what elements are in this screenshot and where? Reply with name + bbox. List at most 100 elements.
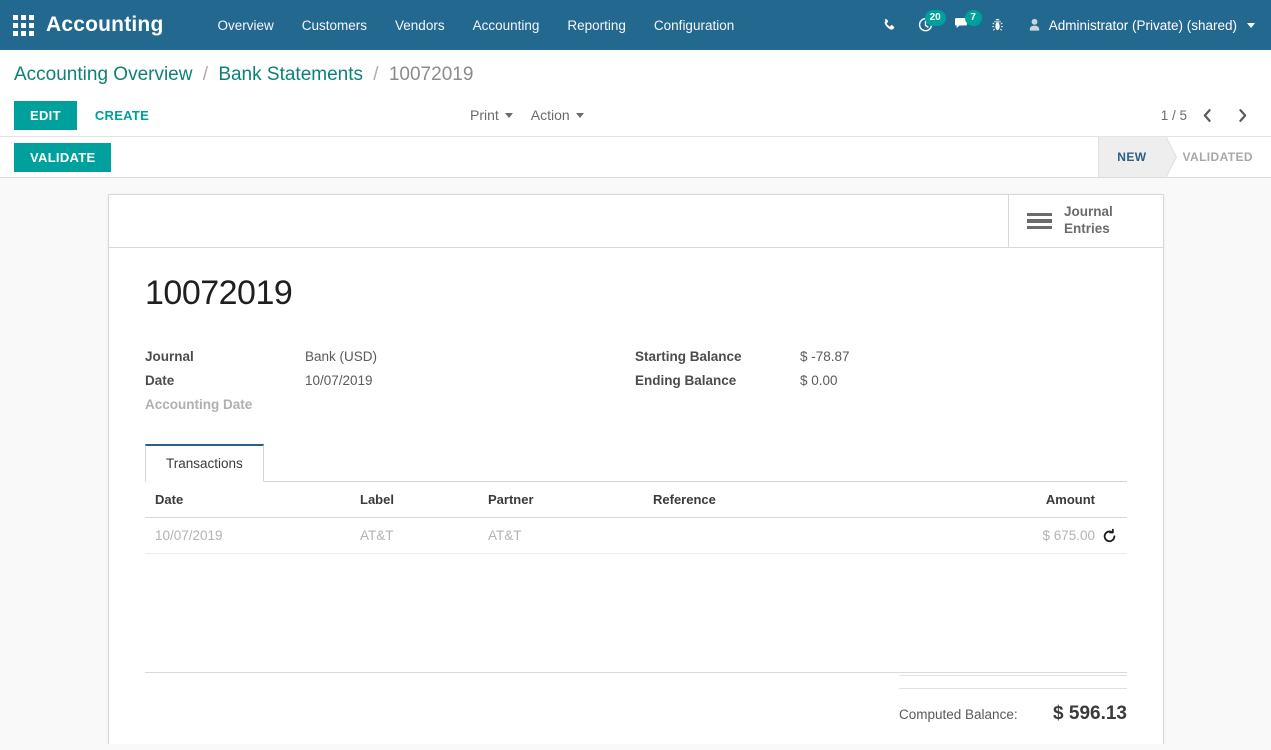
print-dropdown[interactable]: Print (470, 107, 513, 123)
button-box: Journal Entries (109, 195, 1163, 248)
ending-balance-label: Ending Balance (635, 373, 737, 388)
undo-icon[interactable] (1102, 528, 1117, 543)
menu-item-accounting[interactable]: Accounting (459, 10, 554, 41)
cell-amount: $ 675.00 (877, 517, 1127, 554)
breadcrumb-item-current: 10072019 (388, 64, 474, 85)
cell-partner: AT&T (478, 517, 643, 554)
journal-entries-line2: Entries (1064, 221, 1110, 236)
cell-label: AT&T (350, 517, 478, 554)
create-button[interactable]: CREATE (81, 101, 163, 130)
chevron-down-icon (575, 112, 584, 118)
menu-item-reporting[interactable]: Reporting (553, 10, 640, 41)
apps-grid-icon (12, 14, 34, 36)
spacer-cell (635, 397, 800, 412)
chevron-down-icon (1247, 22, 1255, 28)
sheet-body: 10072019 Journal Bank (USD) Starting Bal… (109, 248, 1163, 725)
pager-previous-button[interactable] (1193, 106, 1222, 125)
app-brand-title: Accounting (46, 13, 164, 36)
bars-icon (1027, 212, 1052, 230)
activity-menu-button[interactable]: 20 (909, 8, 946, 42)
totals-inner: Computed Balance: $ 596.13 (145, 673, 1127, 725)
fields-group: Journal Bank (USD) Starting Balance $ -7… (145, 349, 1127, 412)
debug-button[interactable] (981, 8, 1015, 42)
transactions-table: Date Label Partner Reference Amount 10/0… (145, 482, 1127, 554)
accounting-date-value[interactable] (305, 397, 635, 412)
menu-item-overview[interactable]: Overview (204, 10, 288, 41)
user-menu-label: Administrator (Private) (shared) (1048, 17, 1237, 33)
breadcrumb-separator: / (373, 64, 379, 85)
date-label: Date (145, 373, 175, 388)
starting-balance-value: $ -78.87 (800, 349, 850, 364)
journal-label: Journal (145, 349, 194, 364)
starting-balance-label: Starting Balance (635, 349, 742, 364)
cell-amount-value: $ 675.00 (1042, 528, 1095, 543)
messages-count-badge: 7 (964, 10, 982, 26)
date-value[interactable]: 10/07/2019 (305, 373, 635, 388)
form-view-area: Journal Entries 10072019 Journal Bank (U… (0, 178, 1271, 744)
statusbar-row: VALIDATE NEW VALIDATED (0, 136, 1271, 178)
validate-button[interactable]: VALIDATE (14, 142, 112, 172)
computed-balance-value: $ 596.13 (1053, 703, 1127, 724)
computed-balance-label: Computed Balance: (899, 707, 1018, 722)
status-stage-new[interactable]: NEW (1099, 137, 1165, 177)
form-sheet: Journal Entries 10072019 Journal Bank (U… (108, 194, 1164, 744)
menu-item-vendors[interactable]: Vendors (381, 10, 459, 41)
phone-button[interactable] (873, 8, 907, 42)
apps-menu-button[interactable] (0, 0, 46, 50)
accounting-date-label: Accounting Date (145, 397, 253, 412)
navbar-systray: 20 7 Administrator (Private) (shared) (873, 8, 1261, 42)
ending-balance-value: $ 0.00 (800, 373, 838, 388)
computed-balance-rule (899, 675, 1127, 676)
journal-entries-line1: Journal (1064, 204, 1113, 220)
main-menu: Overview Customers Vendors Accounting Re… (204, 10, 749, 41)
record-pager: 1 / 5 (1161, 106, 1257, 125)
chevron-right-icon (1239, 108, 1247, 122)
status-stage-validated[interactable]: VALIDATED (1165, 137, 1271, 177)
chevron-down-icon (504, 112, 513, 118)
breadcrumb-separator: / (202, 64, 209, 85)
pager-next-button[interactable] (1228, 106, 1257, 125)
transactions-table-head: Date Label Partner Reference Amount (145, 482, 1127, 518)
journal-entries-smart-button[interactable]: Journal Entries (1008, 195, 1163, 247)
column-header-reference[interactable]: Reference (643, 482, 877, 518)
messaging-menu-button[interactable]: 7 (945, 8, 982, 42)
notebook-tabs: Transactions (145, 444, 1127, 482)
table-row[interactable]: 10/07/2019 AT&T AT&T $ 675.00 (145, 517, 1127, 554)
cell-reference (643, 517, 877, 554)
tab-transactions[interactable]: Transactions (145, 444, 264, 482)
bug-icon (992, 18, 1004, 31)
pager-value: 1 / 5 (1160, 107, 1187, 123)
menu-item-configuration[interactable]: Configuration (640, 10, 748, 41)
user-menu-button[interactable]: Administrator (Private) (shared) (1017, 11, 1261, 39)
computed-balance-row: Computed Balance: $ 596.13 (899, 688, 1127, 725)
user-avatar-icon (1029, 18, 1039, 31)
action-dropdown-label: Action (530, 107, 570, 123)
undo-arrow-icon (1103, 528, 1116, 542)
column-header-amount[interactable]: Amount (877, 482, 1127, 518)
breadcrumb: Accounting Overview / Bank Statements / … (0, 50, 1271, 94)
top-navbar: Accounting Overview Customers Vendors Ac… (0, 0, 1271, 50)
status-stages: NEW VALIDATED (1098, 137, 1271, 177)
phone-icon (884, 18, 895, 30)
totals-section: Computed Balance: $ 596.13 (145, 666, 1127, 725)
column-header-partner[interactable]: Partner (478, 482, 643, 518)
column-header-date[interactable]: Date (145, 482, 350, 518)
table-header-row: Date Label Partner Reference Amount (145, 482, 1127, 518)
edit-button[interactable]: EDIT (14, 100, 77, 130)
activity-count-badge: 20 (924, 10, 946, 26)
transactions-table-body: 10/07/2019 AT&T AT&T $ 675.00 (145, 517, 1127, 554)
record-title: 10072019 (145, 274, 293, 312)
menu-item-customers[interactable]: Customers (288, 10, 381, 41)
computed-balance-block: Computed Balance: $ 596.13 (899, 675, 1127, 725)
journal-value[interactable]: Bank (USD) (305, 349, 635, 364)
action-dropdown[interactable]: Action (531, 107, 584, 123)
cell-date: 10/07/2019 (145, 517, 350, 554)
control-panel: EDIT CREATE Print Action 1 / 5 (0, 94, 1271, 136)
journal-entries-label: Journal Entries (1064, 204, 1113, 238)
column-header-label[interactable]: Label (350, 482, 478, 518)
breadcrumb-item-bank-statements[interactable]: Bank Statements (218, 64, 363, 85)
chevron-left-icon (1203, 108, 1211, 122)
spacer-cell (800, 397, 1127, 412)
breadcrumb-item-accounting-overview[interactable]: Accounting Overview (14, 64, 192, 85)
control-panel-dropdowns: Print Action (470, 107, 584, 123)
